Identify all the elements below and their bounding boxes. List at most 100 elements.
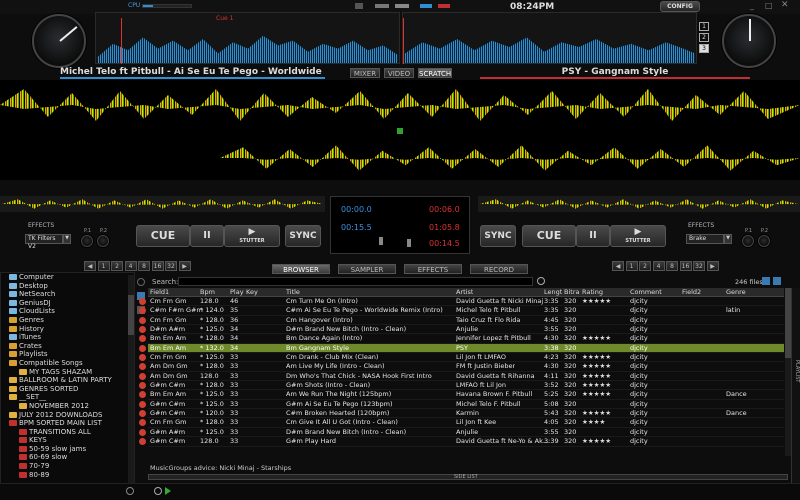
- right-effect-select[interactable]: Brake: [686, 234, 724, 244]
- tree-item[interactable]: 80-89: [1, 471, 134, 480]
- chevron-down-icon[interactable]: ▼: [63, 234, 71, 244]
- tree-item[interactable]: NOVEMBER 2012: [1, 402, 134, 411]
- left-pause-button[interactable]: II: [190, 225, 224, 247]
- tree-item[interactable]: BALLROOM & LATIN PARTY: [1, 376, 134, 385]
- left-loop-button[interactable]: 32: [165, 261, 177, 271]
- right-sync-button[interactable]: SYNC: [480, 225, 516, 247]
- right-loop-button[interactable]: 1: [625, 261, 638, 271]
- left-loop-button[interactable]: ◀: [84, 261, 96, 271]
- table-row[interactable]: Bm Em Am * 125.0 33 Am We Run The Night (12…: [139, 390, 784, 400]
- table-row[interactable]: Bm Em Am * 132.0 34 Bm Gangnam Style PSY 3:38…: [139, 343, 784, 354]
- search-input[interactable]: [178, 277, 533, 286]
- right-mini-wave[interactable]: [478, 196, 800, 212]
- left-loop-button[interactable]: ▶: [178, 261, 191, 271]
- tree-item[interactable]: GENRES SORTED: [1, 385, 134, 394]
- tree-item[interactable]: Playlists: [1, 350, 134, 359]
- table-row[interactable]: Am Dm Gm 128.0 33 Dm Who's That Chick - NAS…: [139, 372, 784, 382]
- left-cue-button[interactable]: CUE: [136, 225, 190, 247]
- right-loop-button[interactable]: ◀: [612, 261, 624, 271]
- tree-item[interactable]: iTunes: [1, 333, 134, 342]
- tree-scrollbar[interactable]: [128, 275, 134, 491]
- tree-item[interactable]: KEYS: [1, 436, 134, 445]
- tree-item[interactable]: 50-59 slow jams: [1, 445, 134, 454]
- left-loop-button[interactable]: 8: [138, 261, 150, 271]
- tree-item[interactable]: 60-69 slow: [1, 453, 134, 462]
- right-pitch-slider[interactable]: [407, 239, 411, 247]
- column-header[interactable]: Comment: [630, 288, 662, 297]
- left-play-button[interactable]: ▶ STUTTER: [224, 225, 280, 247]
- waveform-area[interactable]: [0, 80, 800, 180]
- chevron-down-icon[interactable]: ▼: [724, 234, 732, 244]
- tab-mixer[interactable]: MIXER: [350, 68, 380, 78]
- left-knob-2[interactable]: [97, 235, 109, 247]
- tree-item[interactable]: NetSearch: [1, 290, 134, 299]
- table-row[interactable]: G#m C#m * 120.0 33 C#m Broken Hearted (120b…: [139, 409, 784, 419]
- column-header[interactable]: Genre: [726, 288, 746, 297]
- column-header[interactable]: Artist: [456, 288, 473, 297]
- tree-item[interactable]: Genres: [1, 316, 134, 325]
- left-overview[interactable]: Cue 1: [95, 12, 400, 64]
- table-row[interactable]: G#m C#m * 128.0 33 G#m Shots (Intro - Clean…: [139, 381, 784, 391]
- right-pause-button[interactable]: II: [576, 225, 610, 247]
- column-header[interactable]: Lengt: [544, 288, 562, 297]
- side-list-bar[interactable]: SIDE LIST: [148, 474, 788, 480]
- folder-tree[interactable]: Computer Desktop NetSearch GeniusDJ CloudLis…: [0, 272, 135, 494]
- tab-video[interactable]: VIDEO: [384, 68, 414, 78]
- left-loop-button[interactable]: 1: [97, 261, 110, 271]
- table-row[interactable]: D#m A#m * 125.0 34 D#m Brand New Bitch (Int…: [139, 325, 784, 335]
- column-header[interactable]: Title: [286, 288, 300, 297]
- left-loop-button[interactable]: 4: [124, 261, 137, 271]
- deck-select-1[interactable]: 1: [699, 22, 709, 31]
- tree-item[interactable]: Desktop: [1, 282, 134, 291]
- deck-select-3[interactable]: 3: [699, 44, 709, 53]
- table-row[interactable]: Cm Fm Gm * 125.0 33 Cm Drank - Club Mix (Cl…: [139, 353, 784, 363]
- tree-item[interactable]: History: [1, 325, 134, 334]
- right-loop-button[interactable]: 32: [693, 261, 705, 271]
- options-icon[interactable]: [773, 277, 781, 285]
- search-icon[interactable]: [154, 487, 162, 495]
- tab-browser[interactable]: BROWSER: [272, 264, 330, 274]
- table-row[interactable]: Cm Fm Gm 128.0 46 Cm Turn Me On (Intro) Davi…: [139, 297, 784, 307]
- play-icon[interactable]: [165, 487, 171, 495]
- column-header[interactable]: Bpm: [200, 288, 215, 297]
- minimize-icon[interactable]: _: [750, 1, 754, 10]
- deck-select-2[interactable]: 2: [699, 33, 709, 42]
- tree-item[interactable]: __SET__: [1, 393, 134, 402]
- tree-item[interactable]: 70-79: [1, 462, 134, 471]
- left-mini-wave[interactable]: [0, 196, 325, 212]
- right-loop-button[interactable]: ▶: [706, 261, 719, 271]
- right-knob-2[interactable]: [758, 235, 770, 247]
- table-row[interactable]: C#m F#m G#m * 124.0 35 C#m Ai Se Eu Te Pego…: [139, 306, 784, 316]
- left-pitch-slider[interactable]: [379, 237, 383, 245]
- table-row[interactable]: Cm Fm Gm * 128.0 36 Cm Hangover (Intro) Taio…: [139, 316, 784, 326]
- close-icon[interactable]: ✕: [781, 0, 789, 10]
- left-jog-dial[interactable]: [32, 14, 86, 68]
- right-jog-dial[interactable]: [722, 14, 776, 68]
- right-loop-button[interactable]: 4: [652, 261, 665, 271]
- tree-item[interactable]: TRANSITIONS ALL: [1, 428, 134, 437]
- refresh-icon[interactable]: [126, 487, 134, 495]
- right-loop-button[interactable]: 16: [679, 261, 692, 271]
- view-icon[interactable]: [762, 277, 770, 285]
- tab-sampler[interactable]: SAMPLER: [338, 264, 396, 274]
- column-header[interactable]: Field2: [682, 288, 701, 297]
- tree-item[interactable]: BPM SORTED MAIN LIST: [1, 419, 134, 428]
- right-play-button[interactable]: ▶ STUTTER: [610, 225, 666, 247]
- tab-effects[interactable]: EFFECTS: [404, 264, 462, 274]
- search-icon[interactable]: [537, 277, 545, 285]
- tree-item[interactable]: GeniusDJ: [1, 299, 134, 308]
- tree-item[interactable]: Compatible Songs: [1, 359, 134, 368]
- menu-icon[interactable]: [355, 3, 363, 9]
- left-effect-select[interactable]: TK Filters V2: [25, 234, 63, 250]
- playlist-side-tab[interactable]: PLAYLIST: [791, 288, 800, 483]
- left-loop-button[interactable]: 16: [151, 261, 164, 271]
- tree-item[interactable]: Crates: [1, 342, 134, 351]
- tree-item[interactable]: JULY 2012 DOWNLOADS: [1, 411, 134, 420]
- table-row[interactable]: G#m C#m 128.0 33 G#m Play Hard David Guetta …: [139, 437, 784, 447]
- table-row[interactable]: Bm Em Am * 128.0 34 Bm Dance Again (Intro) J…: [139, 334, 784, 344]
- table-row[interactable]: G#m A#m * 125.0 33 D#m Brand New Bitch (Int…: [139, 428, 784, 438]
- tree-item[interactable]: MY TAGS SHAZAM: [1, 368, 134, 377]
- tab-record[interactable]: RECORD: [470, 264, 528, 274]
- left-sync-button[interactable]: SYNC: [285, 225, 321, 247]
- search-icon[interactable]: [137, 278, 145, 286]
